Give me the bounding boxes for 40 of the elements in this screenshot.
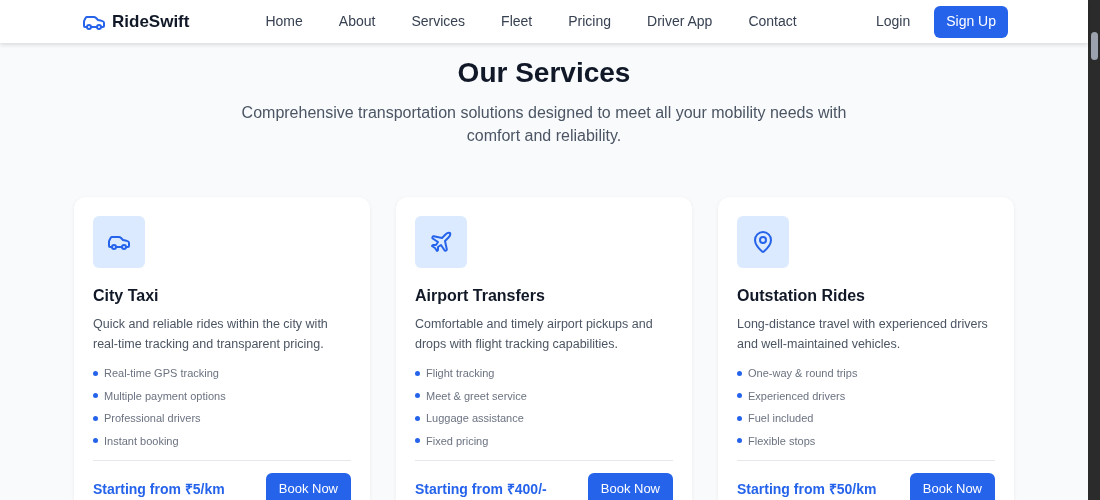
location-pin-icon: [751, 230, 775, 254]
starting-price: Starting from ₹50/km: [737, 479, 877, 499]
feature-item: Meet & greet service: [426, 388, 527, 404]
starting-price: Starting from ₹400/-: [415, 479, 547, 499]
feature-item: Fixed pricing: [426, 433, 489, 449]
nav-link[interactable]: Home: [265, 11, 303, 32]
book-now-button[interactable]: Book Now: [265, 473, 351, 500]
feature-item: Real-time GPS tracking: [104, 366, 219, 381]
feature-item: Multiple payment options: [104, 388, 226, 404]
starting-price: Starting from ₹5/km: [93, 479, 225, 499]
sign-up-button[interactable]: Sign Up: [934, 5, 1008, 38]
feature-item: Luggage assistance: [426, 411, 524, 426]
nav-link[interactable]: Contact: [748, 11, 797, 32]
service-description: Long-distance travel with experienced drivers and well-maintained vehicles.: [737, 316, 989, 353]
feature-item: Instant booking: [104, 433, 179, 449]
section-title: Our Services: [457, 56, 631, 90]
service-title: Outstation Rides: [737, 286, 866, 306]
feature-item: One-way & round trips: [748, 366, 858, 381]
scrollbar-thumb[interactable]: [1090, 32, 1098, 60]
feature-item: Professional drivers: [104, 411, 201, 426]
book-now-button[interactable]: Book Now: [909, 473, 995, 500]
plane-icon: [429, 230, 453, 254]
login-link[interactable]: Login: [875, 11, 911, 32]
brand-name: RideSwift: [112, 10, 190, 33]
scrollbar[interactable]: [1088, 0, 1100, 500]
feature-item: Experienced drivers: [748, 388, 846, 404]
nav-link[interactable]: Fleet: [501, 11, 533, 32]
service-description: Quick and reliable rides within the city with real-time tracking and transparent pricing.: [93, 316, 329, 353]
nav-link[interactable]: Pricing: [568, 11, 611, 32]
feature-item: Fuel included: [748, 411, 814, 426]
service-title: City Taxi: [93, 286, 160, 306]
service-description: Comfortable and timely airport pickups and drops with flight tracking capabilities.: [415, 316, 654, 353]
section-subtitle: Comprehensive transportation solutions designed to meet all your mobility needs with comfort and reliability.: [240, 103, 848, 146]
feature-item: Flight tracking: [426, 366, 495, 381]
nav-link[interactable]: Driver App: [647, 11, 713, 32]
service-title: Airport Transfers: [415, 286, 546, 306]
nav-link[interactable]: Services: [411, 11, 466, 32]
feature-item: Flexible stops: [748, 433, 816, 449]
nav-link[interactable]: About: [338, 11, 376, 32]
book-now-button[interactable]: Book Now: [587, 473, 673, 500]
